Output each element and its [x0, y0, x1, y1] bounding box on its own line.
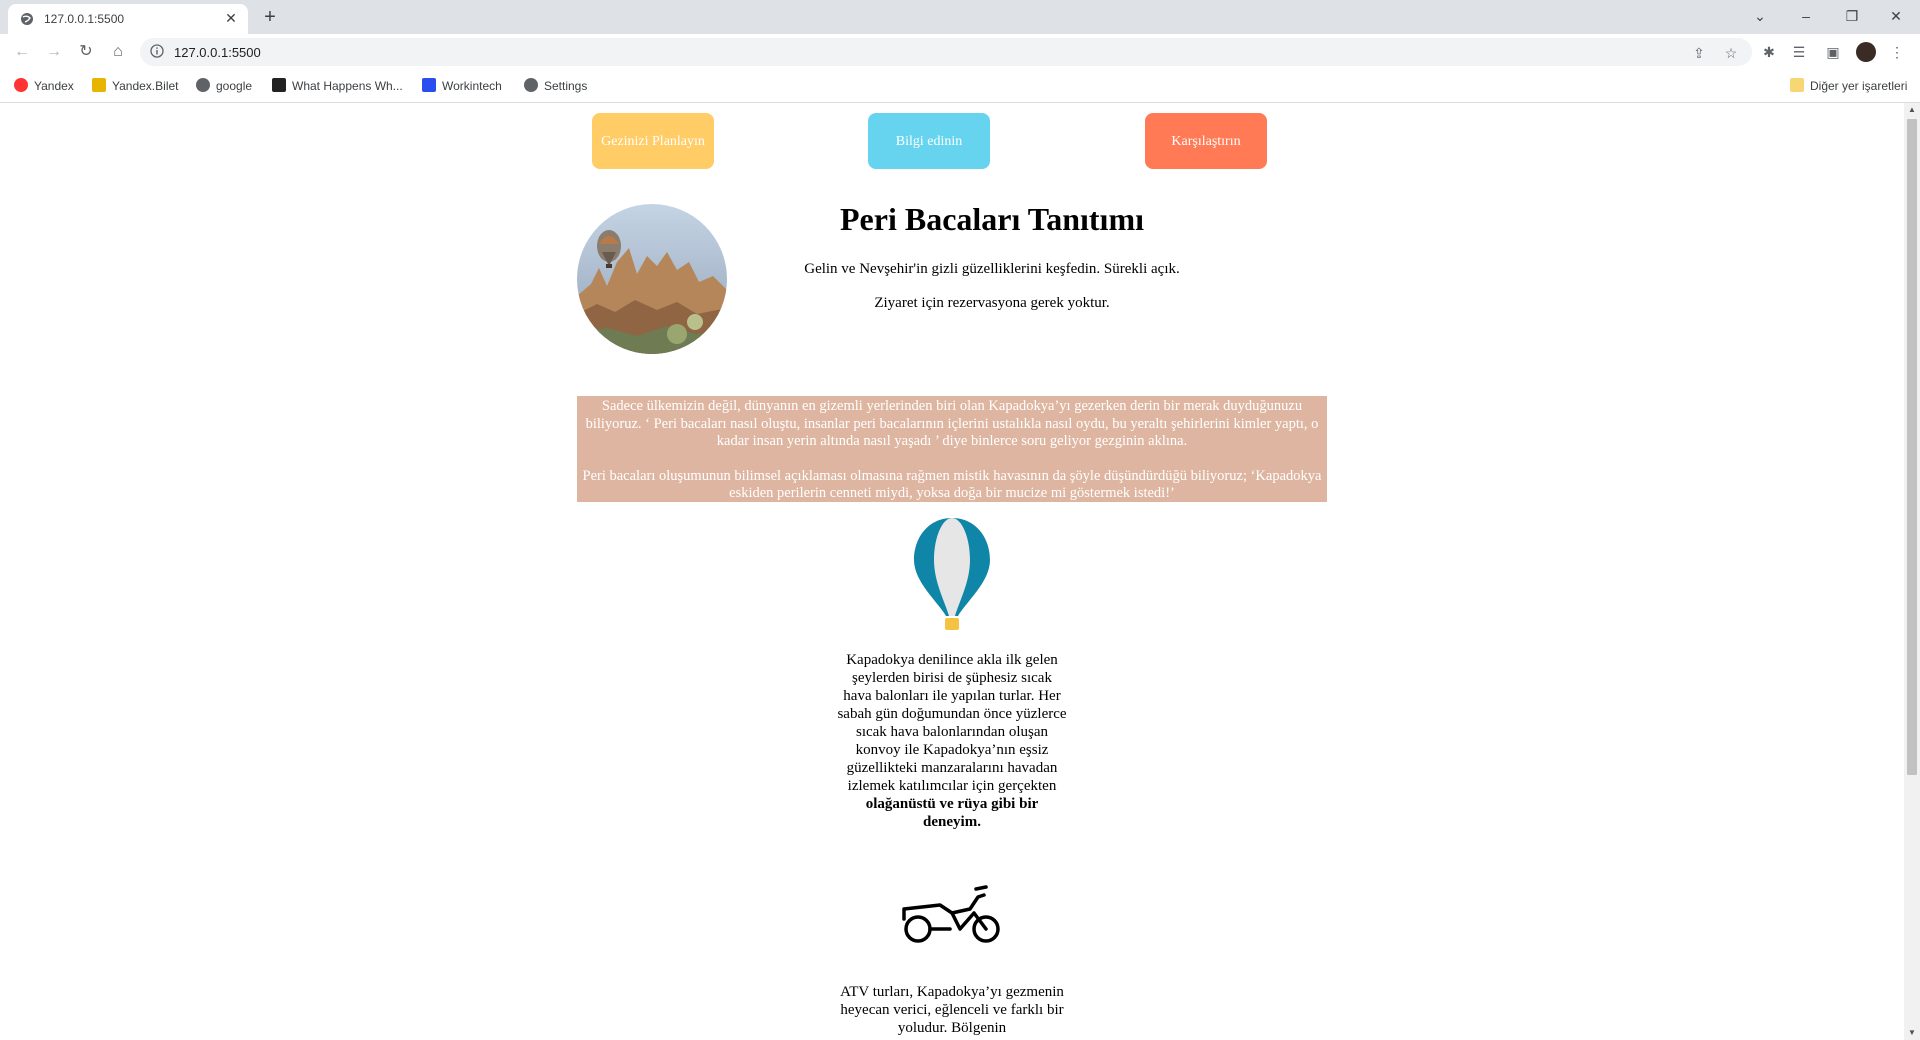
reading-list-icon[interactable]: ☰ [1790, 43, 1808, 61]
plan-trip-button[interactable]: Gezinizi Planlayın [592, 113, 714, 169]
gear-icon [524, 78, 538, 92]
info-paragraph-1: Sadece ülkemizin değil, dünyanın en gize… [585, 398, 1319, 449]
vertical-scrollbar[interactable]: ▲ ▼ [1904, 103, 1920, 1040]
restore-button[interactable]: ❐ [1832, 4, 1872, 28]
grid-icon [272, 78, 286, 92]
url-text: 127.0.0.1:5500 [174, 45, 261, 60]
address-bar[interactable]: 127.0.0.1:5500 ⇪ ☆ [140, 38, 1752, 66]
extensions-icon[interactable]: ✱ [1760, 43, 1778, 61]
yandex-icon [14, 78, 28, 92]
bookmark-yandex-bilet[interactable]: Yandex.Bilet [92, 78, 179, 94]
share-icon[interactable]: ⇪ [1690, 44, 1708, 62]
home-icon[interactable]: ⌂ [106, 40, 130, 64]
balloon-text: Kapadokya denilince akla ilk gelen şeyle… [837, 652, 1067, 830]
scroll-thumb[interactable] [1907, 119, 1917, 775]
folder-icon [1790, 78, 1804, 92]
bookmark-workintech[interactable]: Workintech [422, 78, 502, 94]
back-icon[interactable]: ← [10, 40, 34, 64]
hot-air-balloon-icon [914, 518, 990, 630]
workintech-icon [422, 78, 436, 92]
bookmark-what-happens[interactable]: What Happens Wh... [272, 78, 403, 94]
browser-tab[interactable]: 127.0.0.1:5500 ✕ [8, 4, 248, 34]
globe-icon [196, 78, 210, 92]
side-panel-icon[interactable]: ▣ [1824, 43, 1842, 61]
browser-toolbar: ← → ↻ ⌂ 127.0.0.1:5500 ⇪ ☆ ✱ ☰ ▣ ⋮ [0, 34, 1920, 70]
bookmark-yandex[interactable]: Yandex [14, 78, 74, 94]
bookmarks-bar: Yandex Yandex.Bilet google What Happens … [0, 70, 1920, 103]
profile-avatar[interactable] [1856, 42, 1876, 62]
close-window-button[interactable]: ✕ [1876, 4, 1916, 28]
intro-line-1: Gelin ve Nevşehir'in gizli güzelliklerin… [804, 261, 1180, 277]
learn-more-button[interactable]: Bilgi edinin [868, 113, 990, 169]
globe-icon [21, 13, 33, 25]
intro-line-2: Ziyaret için rezervasyona gerek yoktur. [874, 295, 1110, 311]
tab-bar: 127.0.0.1:5500 ✕ + ⌄ – ❐ ✕ [0, 0, 1920, 34]
plane-icon [92, 78, 106, 92]
bookmark-settings[interactable]: Settings [524, 78, 587, 94]
info-box: Sadece ülkemizin değil, dünyanın en gize… [577, 396, 1327, 502]
menu-kebab-icon[interactable]: ⋮ [1888, 43, 1906, 61]
balloon-text-bold: olağanüstü ve rüya gibi bir deneyim. [865, 796, 1039, 830]
forward-icon[interactable]: → [42, 40, 66, 64]
reload-icon[interactable]: ↻ [74, 40, 98, 64]
atv-motorbike-icon [902, 885, 1000, 943]
atv-text: ATV turları, Kapadokya’yı gezmenin heyec… [840, 984, 1064, 1036]
new-tab-button[interactable]: + [258, 6, 282, 30]
page-viewport: Gezinizi Planlayın Bilgi edinin Karşılaş… [0, 103, 1904, 1040]
scroll-up-icon[interactable]: ▲ [1904, 103, 1920, 117]
site-info-icon[interactable] [150, 44, 164, 58]
bookmark-star-icon[interactable]: ☆ [1722, 44, 1740, 62]
other-bookmarks[interactable]: Diğer yer işaretleri [1790, 78, 1907, 94]
tab-search-icon[interactable]: ⌄ [1740, 4, 1780, 28]
info-paragraph-2: Peri bacaları oluşumunun bilimsel açıkla… [582, 467, 1322, 502]
compare-button[interactable]: Karşılaştırın [1145, 113, 1267, 169]
minimize-button[interactable]: – [1786, 4, 1826, 28]
bookmark-google[interactable]: google [196, 78, 252, 94]
tab-title: 127.0.0.1:5500 [44, 12, 125, 26]
cappadocia-photo [577, 204, 727, 354]
scroll-down-icon[interactable]: ▼ [1904, 1026, 1920, 1040]
close-tab-icon[interactable]: ✕ [222, 9, 240, 27]
page-title: Peri Bacaları Tanıtımı [840, 201, 1144, 237]
